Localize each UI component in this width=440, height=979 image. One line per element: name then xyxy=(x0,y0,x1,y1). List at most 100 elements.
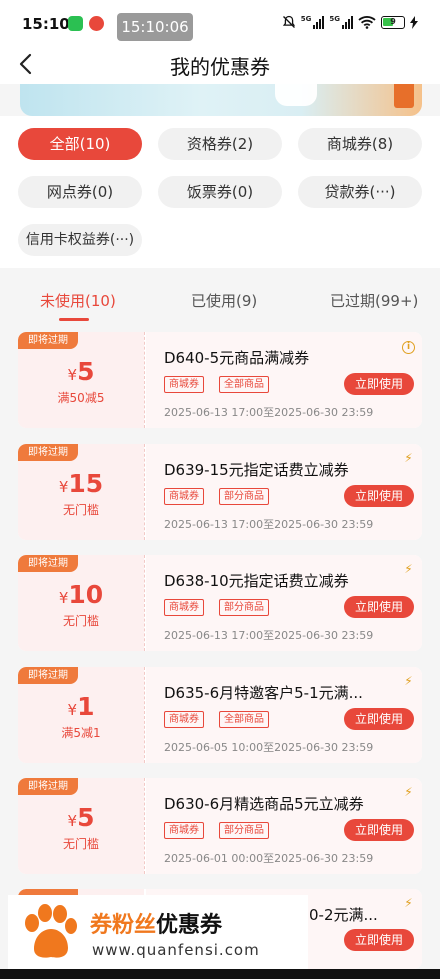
coupon-validity: 2025-06-13 17:00至2025-06-30 23:59 xyxy=(164,629,374,642)
filter-loan[interactable]: 贷款券(···) xyxy=(298,176,422,208)
watermark-name-b: 优惠券 xyxy=(156,913,223,938)
active-tab-indicator xyxy=(59,318,89,321)
use-now-button[interactable]: 立即使用 xyxy=(344,596,414,618)
coupon-tag: 全部商品 xyxy=(219,711,269,728)
overlay-clock: 15:10:06 xyxy=(117,13,193,41)
coupon-tag: 商城券 xyxy=(164,822,204,839)
filter-branch[interactable]: 网点券(0) xyxy=(18,176,142,208)
mute-bell-icon xyxy=(282,15,295,28)
flash-icon[interactable]: ⚡ xyxy=(402,563,415,577)
info-icon[interactable]: i xyxy=(402,341,415,354)
coupon-title: D635-6月特邀客户5-1元满... xyxy=(164,684,363,702)
coupon-divider xyxy=(144,555,145,651)
coupon-condition: 满5减1 xyxy=(61,726,101,740)
coupon-condition: 无门槛 xyxy=(62,614,99,628)
coupon-card: 即将过期 ¥5 无门槛 D630-6月精选商品5元立减券 商城券 部分商品 20… xyxy=(18,778,422,874)
coupon-amount: ¥1 xyxy=(18,692,144,721)
coupon-validity: 2025-06-01 00:00至2025-06-30 23:59 xyxy=(164,852,374,865)
filter-credit-card[interactable]: 信用卡权益券(···) xyxy=(18,224,142,256)
coupon-validity: 2025-06-05 10:00至2025-06-30 23:59 xyxy=(164,741,374,754)
currency-symbol: ¥ xyxy=(67,366,78,384)
coupon-divider xyxy=(144,332,145,428)
paw-logo-icon xyxy=(25,904,77,958)
coupon-tag: 部分商品 xyxy=(219,822,269,839)
coupon-amount: ¥10 xyxy=(18,580,144,609)
status-time: 15:10 xyxy=(22,15,70,33)
coupon-validity: 2025-06-13 17:00至2025-06-30 23:59 xyxy=(164,518,374,531)
watermark-overlay: 券粉丝优惠券 www.quanfensi.com xyxy=(8,895,308,971)
coupon-amount: ¥15 xyxy=(18,469,144,498)
filter-qualification[interactable]: 资格券(2) xyxy=(158,128,282,160)
expiring-badge: 即将过期 xyxy=(18,332,78,349)
flash-icon[interactable]: ⚡ xyxy=(402,452,415,466)
expiring-badge: 即将过期 xyxy=(18,667,78,684)
bottom-edge xyxy=(0,969,440,979)
status-bar: 15:10 15:10:06 5G 5G 9 xyxy=(0,0,440,44)
watermark-name-a: 券粉丝 xyxy=(90,913,157,938)
net-label-2: 5G xyxy=(329,15,340,23)
coupon-condition: 满50减5 xyxy=(57,391,105,405)
coupon-title: D640-5元商品满减券 xyxy=(164,349,310,367)
app-notification-icon xyxy=(89,16,104,31)
coupon-card: 即将过期 ¥5 满50减5 D640-5元商品满减券 商城券 全部商品 2025… xyxy=(18,332,422,428)
coupon-title: D639-15元指定话费立减券 xyxy=(164,461,349,479)
coupon-card: 即将过期 ¥1 满5减1 D635-6月特邀客户5-1元满... 商城券 全部商… xyxy=(18,667,422,763)
flash-icon[interactable]: ⚡ xyxy=(402,897,415,911)
battery-level: 9 xyxy=(390,16,396,26)
watermark-url: www.quanfensi.com xyxy=(92,941,260,959)
tab-used[interactable]: 已使用(9) xyxy=(191,290,257,311)
amount-value: 5 xyxy=(77,357,95,386)
filter-meal[interactable]: 饭票券(0) xyxy=(158,176,282,208)
expiring-badge: 即将过期 xyxy=(18,778,78,795)
coupon-validity: 2025-06-13 17:00至2025-06-30 23:59 xyxy=(164,406,374,419)
use-now-button[interactable]: 立即使用 xyxy=(344,929,414,951)
status-indicators: 5G 5G 9 xyxy=(282,15,418,29)
coupon-card: 即将过期 ¥15 无门槛 D639-15元指定话费立减券 商城券 部分商品 20… xyxy=(18,444,422,540)
flash-icon[interactable]: ⚡ xyxy=(402,786,415,800)
coupon-condition: 无门槛 xyxy=(62,837,99,851)
banner-product-image xyxy=(275,84,317,106)
amount-value: 10 xyxy=(68,580,104,609)
tab-expired[interactable]: 已过期(99+) xyxy=(330,290,418,311)
use-now-button[interactable]: 立即使用 xyxy=(344,819,414,841)
coupon-amount: ¥5 xyxy=(18,803,144,832)
coupon-tag: 全部商品 xyxy=(219,376,269,393)
amount-value: 15 xyxy=(68,469,104,498)
promo-banner[interactable] xyxy=(20,84,422,116)
use-now-button[interactable]: 立即使用 xyxy=(344,708,414,730)
flash-icon[interactable]: ⚡ xyxy=(402,675,415,689)
wechat-icon xyxy=(68,16,83,31)
amount-value: 5 xyxy=(77,803,95,832)
amount-value: 1 xyxy=(77,692,95,721)
tab-unused[interactable]: 未使用(10) xyxy=(40,290,116,311)
coupon-tag: 部分商品 xyxy=(219,599,269,616)
use-now-button[interactable]: 立即使用 xyxy=(344,485,414,507)
coupon-tag: 商城券 xyxy=(164,376,204,393)
coupon-tag: 商城券 xyxy=(164,488,204,505)
page-title: 我的优惠券 xyxy=(170,55,270,79)
currency-symbol: ¥ xyxy=(58,589,69,607)
charging-icon xyxy=(410,15,418,29)
filter-all[interactable]: 全部(10) xyxy=(18,128,142,160)
coupon-tag: 商城券 xyxy=(164,711,204,728)
expiring-badge: 即将过期 xyxy=(18,555,78,572)
expiring-badge: 即将过期 xyxy=(18,444,78,461)
coupon-title: D630-6月精选商品5元立减券 xyxy=(164,795,364,813)
currency-symbol: ¥ xyxy=(67,701,78,719)
coupon-divider xyxy=(144,667,145,763)
coupon-card: 即将过期 ¥10 无门槛 D638-10元指定话费立减券 商城券 部分商品 20… xyxy=(18,555,422,651)
status-tabs: 未使用(10) 已使用(9) 已过期(99+) xyxy=(0,268,440,328)
watermark-brand: 券粉丝优惠券 xyxy=(90,907,222,939)
coupon-divider xyxy=(144,778,145,874)
currency-symbol: ¥ xyxy=(58,478,69,496)
coupon-type-filters: 全部(10) 资格券(2) 商城券(8) 网点券(0) 饭票券(0) 贷款券(·… xyxy=(0,116,440,268)
coupon-tag: 部分商品 xyxy=(219,488,269,505)
battery-icon: 9 xyxy=(381,15,405,29)
coupon-title-partial: 0-2元满... xyxy=(309,906,378,924)
currency-symbol: ¥ xyxy=(67,812,78,830)
coupon-title: D638-10元指定话费立减券 xyxy=(164,572,349,590)
coupon-tag: 商城券 xyxy=(164,599,204,616)
coupon-condition: 无门槛 xyxy=(62,503,99,517)
filter-mall[interactable]: 商城券(8) xyxy=(298,128,422,160)
use-now-button[interactable]: 立即使用 xyxy=(344,373,414,395)
